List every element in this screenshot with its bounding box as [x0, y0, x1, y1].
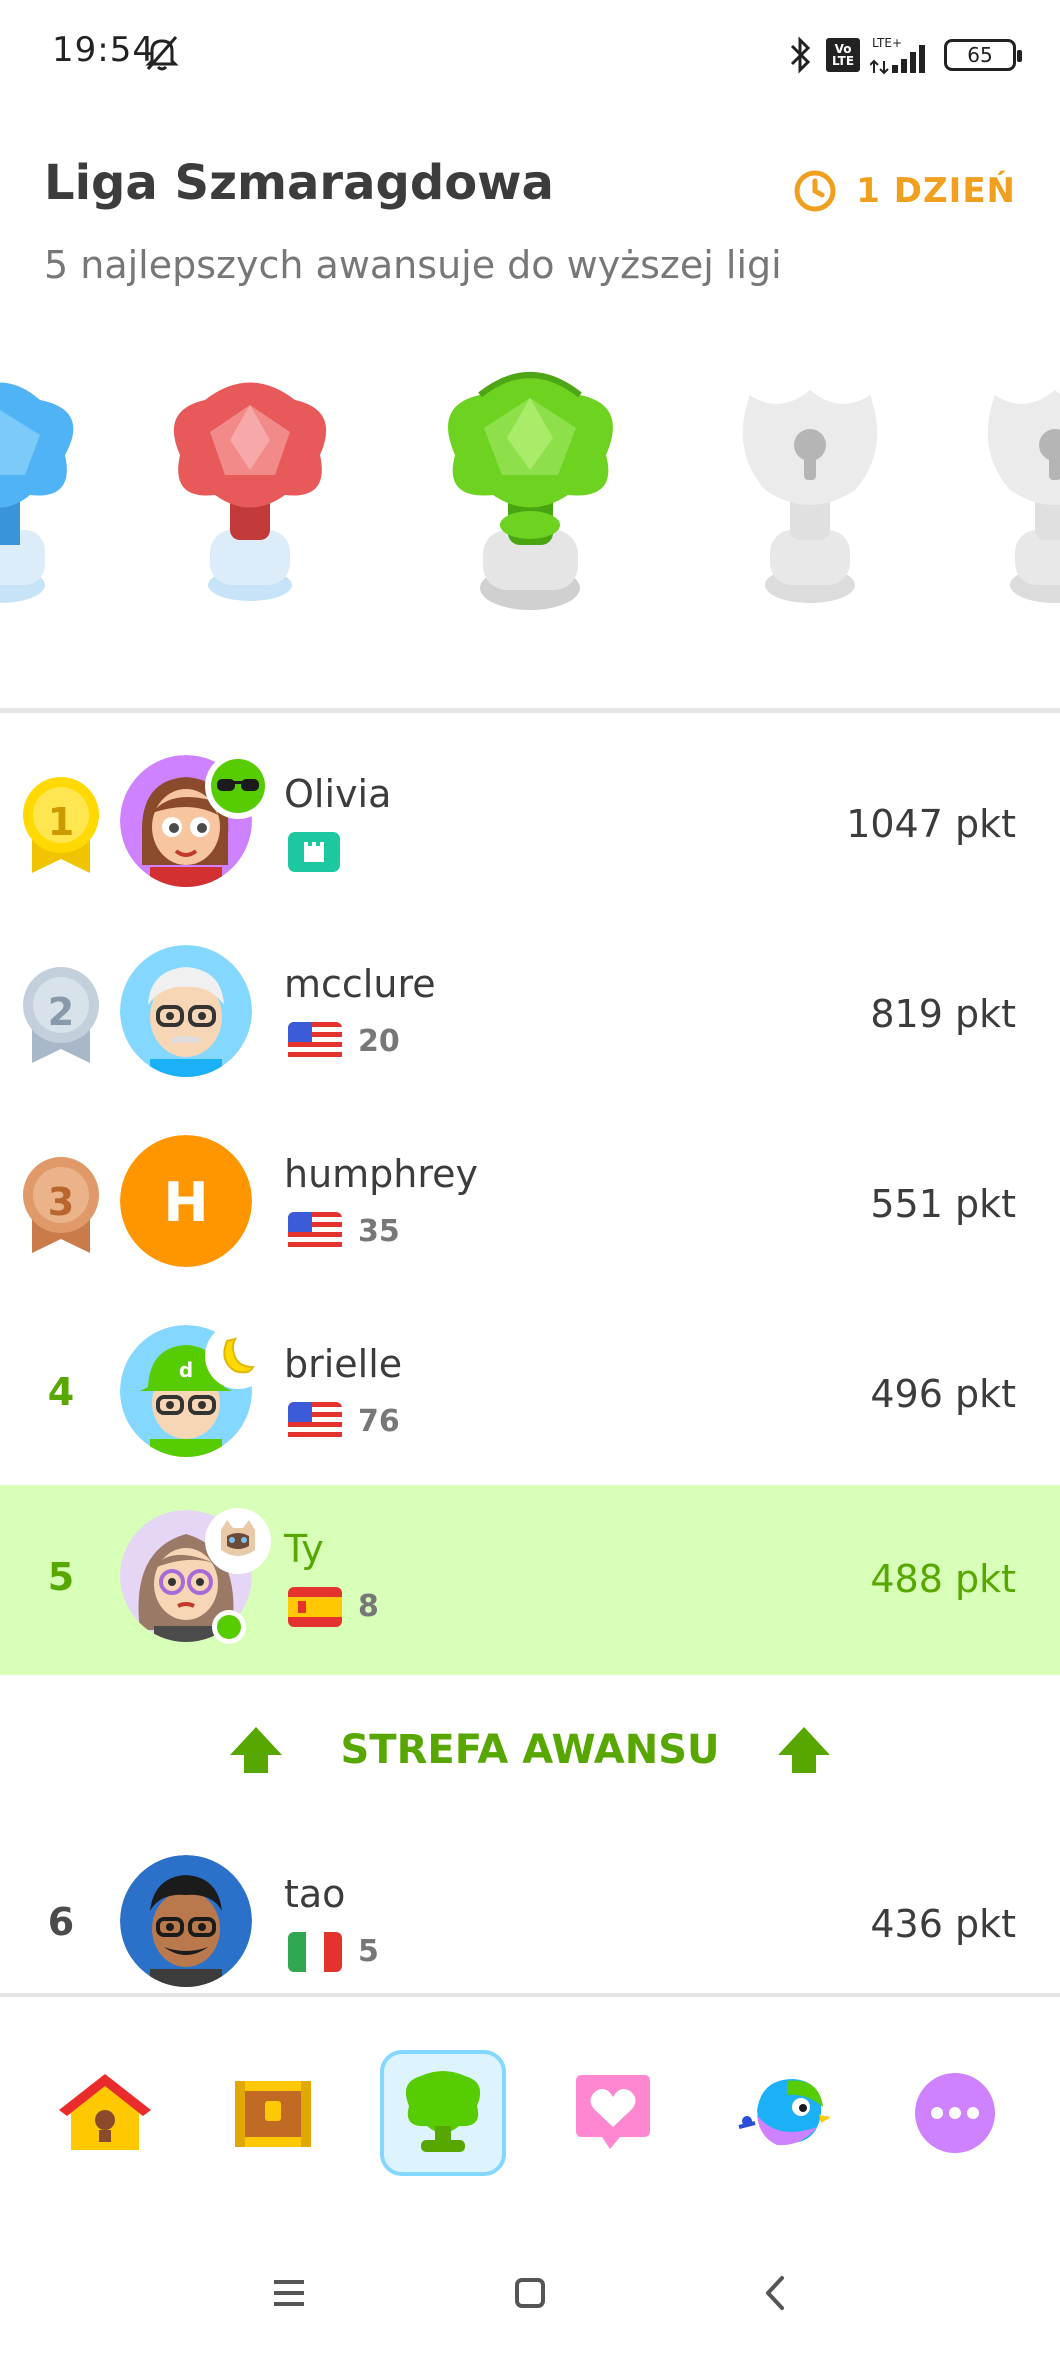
points: 496 pkt	[870, 1372, 1016, 1416]
points: 436 pkt	[870, 1902, 1016, 1946]
leaderboard-row[interactable]: 3 H humphrey 35 551 pkt	[0, 1110, 1060, 1300]
points: 1047 pkt	[846, 802, 1016, 846]
nav-hearts[interactable]	[550, 2050, 676, 2176]
castle-badge-icon	[288, 832, 340, 872]
avatar[interactable]	[120, 945, 252, 1077]
points: 488 pkt	[870, 1557, 1016, 1601]
rank-number: 6	[47, 1900, 75, 1944]
cat-badge-icon	[205, 1508, 271, 1574]
nav-shop[interactable]	[210, 2050, 336, 2176]
user-name: humphrey	[284, 1152, 479, 1196]
divider	[0, 708, 1060, 713]
promotion-zone-divider: STREFA AWANSU	[0, 1670, 1060, 1830]
leaderboard-row-current-user[interactable]: 5 Ty 8 488 pkt	[0, 1485, 1060, 1675]
banana-badge-icon	[205, 1323, 271, 1389]
bird-icon	[738, 2079, 831, 2146]
us-flag-icon	[288, 1402, 342, 1442]
svg-text:d: d	[179, 1358, 193, 1382]
locked-league-icon[interactable]	[725, 370, 895, 610]
leaderboard-row[interactable]: 1 Olivia 1047 pkt	[0, 730, 1060, 920]
bluetooth-icon	[790, 36, 811, 74]
streak-count: 8	[358, 1589, 379, 1624]
bell-muted-icon	[145, 36, 179, 71]
leaderboard-row[interactable]: 4 d brielle 76 496 pkt	[0, 1300, 1060, 1490]
us-flag-icon	[288, 1212, 342, 1252]
league-title: Liga Szmaragdowa	[44, 155, 554, 211]
divider	[0, 1993, 1060, 1997]
nav-leagues[interactable]	[380, 2050, 506, 2176]
user-name: Ty	[284, 1527, 324, 1571]
ruby-league-icon[interactable]	[165, 370, 335, 610]
us-flag-icon	[288, 1022, 342, 1062]
online-indicator	[212, 1610, 246, 1644]
back-icon[interactable]	[750, 2268, 800, 2318]
status-time: 19:54	[52, 30, 155, 70]
rank-number: 1	[47, 800, 75, 844]
league-timer: 1 DZIEŃ	[792, 168, 1016, 214]
rank-number: 5	[47, 1555, 75, 1599]
user-name: brielle	[284, 1342, 403, 1386]
clock-icon	[794, 170, 836, 212]
streak-count: 5	[358, 1934, 379, 1969]
chest-icon	[235, 2081, 311, 2147]
battery-indicator: 65	[944, 39, 1022, 71]
bottom-nav	[0, 2000, 1060, 2230]
it-flag-icon	[288, 1932, 342, 1972]
sunglasses-badge-icon	[205, 753, 271, 819]
promotion-zone-label: STREFA AWANSU	[340, 1727, 720, 1773]
user-name: mcclure	[284, 962, 436, 1006]
trophy-icon	[405, 2071, 481, 2152]
nav-super[interactable]	[722, 2050, 848, 2176]
more-icon	[915, 2073, 995, 2153]
leaderboard-row[interactable]: 6 tao 5 436 pkt	[0, 1830, 1060, 2020]
menu-icon[interactable]	[264, 2268, 314, 2318]
avatar[interactable]: H	[120, 1135, 252, 1267]
status-bar: 19:54 Vo LTE LTE+ 65	[0, 0, 1060, 110]
signal-icon: LTE+	[870, 36, 925, 75]
avatar[interactable]	[120, 1855, 252, 1987]
streak-count: 35	[358, 1214, 400, 1249]
nav-more[interactable]	[892, 2050, 1018, 2176]
sapphire-league-icon[interactable]	[0, 370, 90, 610]
league-trophies-carousel[interactable]	[0, 360, 1060, 620]
streak-count: 20	[358, 1024, 400, 1059]
heart-message-icon	[576, 2075, 650, 2149]
streak-count: 76	[358, 1404, 400, 1439]
rank-number: 4	[47, 1370, 75, 1414]
arrow-up-icon	[777, 1727, 830, 1773]
points: 551 pkt	[870, 1182, 1016, 1226]
volte-icon: Vo LTE	[826, 38, 860, 72]
leaderboard-row[interactable]: 2 mcclure 20 819 pkt	[0, 920, 1060, 1110]
timer-text: 1 DZIEŃ	[856, 171, 1016, 211]
points: 819 pkt	[870, 992, 1016, 1036]
es-flag-icon	[288, 1587, 342, 1627]
league-subtitle: 5 najlepszych awansuje do wyższej ligi	[44, 243, 782, 287]
svg-text:LTE+: LTE+	[872, 36, 902, 50]
system-navigation-bar	[0, 2240, 1060, 2340]
user-name: Olivia	[284, 772, 392, 816]
emerald-league-icon[interactable]	[438, 360, 623, 620]
home-square-icon[interactable]	[505, 2268, 555, 2318]
rank-number: 3	[47, 1180, 75, 1224]
home-icon	[59, 2074, 151, 2150]
user-name: tao	[284, 1872, 346, 1916]
nav-home[interactable]	[42, 2050, 168, 2176]
rank-number: 2	[47, 990, 75, 1034]
locked-league-icon[interactable]	[970, 370, 1060, 610]
arrow-up-icon	[230, 1727, 283, 1773]
svg-text:H: H	[163, 1171, 208, 1234]
